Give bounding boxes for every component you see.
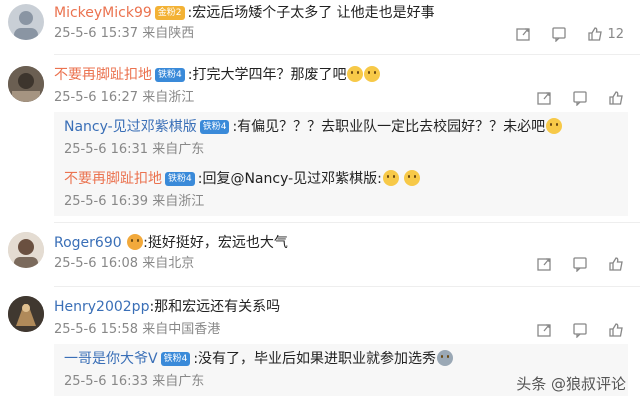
location: 来自广东 [152, 374, 205, 389]
watermark-text: 头条 @狼叔评论 [516, 375, 626, 393]
timestamp: 25-5-6 16:39 [64, 194, 149, 209]
reply-text: :回复@Nancy-见过邓紫棋版: [197, 171, 382, 187]
username[interactable]: 不要再脚趾扣地 [54, 67, 152, 83]
like-icon[interactable] [608, 90, 624, 106]
laugh-emoji-icon [347, 66, 364, 82]
share-icon[interactable] [536, 90, 552, 106]
location: 来自浙江 [152, 194, 205, 209]
like-icon[interactable] [608, 256, 624, 272]
comment-text: :宏远后场矮个子太多了 让他走也是好事 [187, 5, 435, 21]
username[interactable]: Henry2002pp [54, 299, 149, 315]
divider [54, 54, 640, 55]
emoji-icon [127, 234, 144, 250]
like-count: 12 [607, 26, 624, 42]
divider [54, 286, 640, 287]
timestamp: 25-5-6 16:08 [54, 256, 139, 271]
reply-text: :有偏见？？？去职业队一定比去校园好？？未必吧 [232, 119, 546, 135]
comment-icon[interactable] [572, 90, 588, 106]
timestamp: 25-5-6 15:58 [54, 322, 139, 337]
timestamp: 25-5-6 16:33 [64, 374, 149, 389]
like-icon[interactable]: 12 [587, 26, 624, 42]
emoji-icon [437, 350, 454, 366]
fan-badge: 金粉2 [154, 6, 185, 20]
like-icon[interactable] [608, 322, 624, 338]
avatar[interactable] [8, 4, 44, 40]
fan-badge: 铁粉4 [165, 172, 195, 186]
comment-text: :打完大学四年？那废了吧 [187, 67, 347, 83]
timestamp: 25-5-6 16:31 [64, 142, 149, 157]
reply-text: :没有了，毕业后如果进职业就参加选秀 [193, 351, 437, 367]
location: 来自陕西 [142, 26, 195, 41]
comment-text: :那和宏远还有关系吗 [149, 299, 281, 315]
location: 来自中国香港 [142, 322, 221, 337]
comment-icon[interactable] [572, 322, 588, 338]
avatar[interactable] [8, 232, 44, 268]
location: 来自浙江 [142, 90, 195, 105]
emoji-icon [404, 170, 421, 186]
username[interactable]: Roger690 [54, 235, 122, 251]
username[interactable]: 一哥是你大爷V [64, 351, 158, 367]
fan-badge: 铁粉4 [199, 120, 230, 134]
location: 来自广东 [152, 142, 205, 157]
comment-icon[interactable] [572, 256, 588, 272]
comment-icon[interactable] [551, 26, 567, 42]
timestamp: 25-5-6 15:37 [54, 26, 139, 41]
emoji-icon [546, 118, 563, 134]
share-icon[interactable] [536, 256, 552, 272]
location: 来自北京 [142, 256, 195, 271]
avatar[interactable] [8, 296, 44, 332]
fan-badge: 铁粉4 [155, 68, 185, 82]
username[interactable]: Nancy-见过邓紫棋版 [64, 119, 197, 135]
emoji-icon [382, 170, 399, 186]
watermark: 头条 @狼叔评论 [516, 373, 626, 394]
share-icon[interactable] [515, 26, 531, 42]
comment-text: :挺好挺好，宏远也大气 [143, 235, 288, 251]
avatar[interactable] [8, 66, 44, 102]
username[interactable]: MickeyMick99 [54, 5, 152, 21]
fan-badge: 铁粉4 [160, 352, 191, 366]
laugh-emoji-icon [364, 66, 381, 82]
username[interactable]: 不要再脚趾扣地 [64, 171, 162, 187]
timestamp: 25-5-6 16:27 [54, 90, 139, 105]
share-icon[interactable] [536, 322, 552, 338]
reply-box: Nancy-见过邓紫棋版 铁粉4:有偏见？？？去职业队一定比去校园好？？未必吧 2… [54, 112, 628, 216]
divider [54, 222, 640, 223]
